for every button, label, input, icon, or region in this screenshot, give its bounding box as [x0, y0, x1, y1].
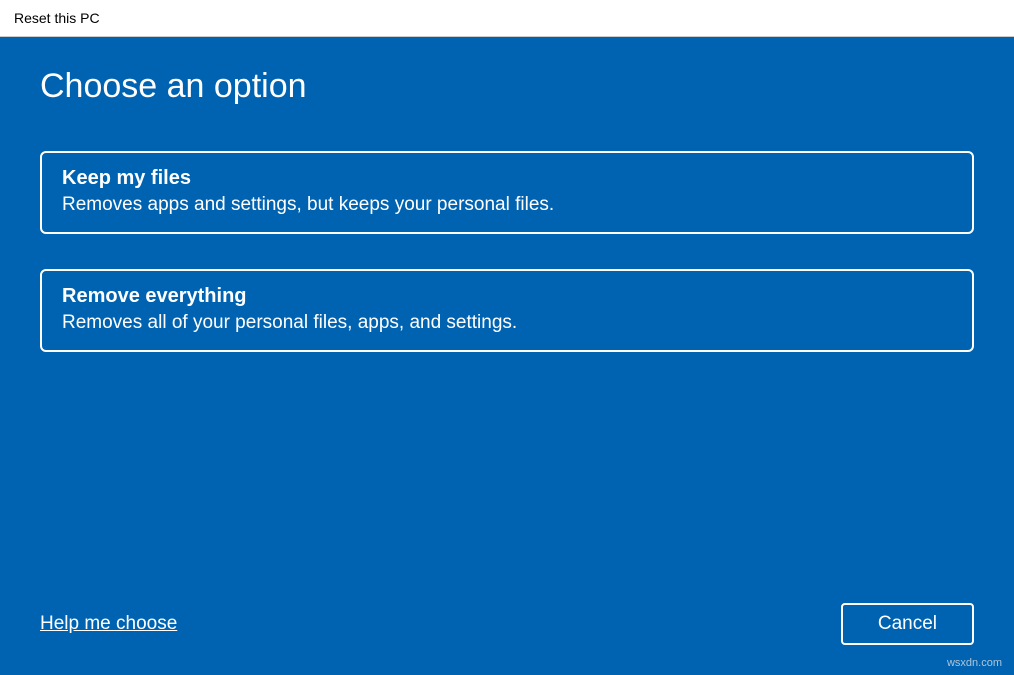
content-area: Choose an option Keep my files Removes a… — [0, 37, 1014, 675]
option-keep-my-files[interactable]: Keep my files Removes apps and settings,… — [40, 151, 974, 234]
option-remove-everything[interactable]: Remove everything Removes all of your pe… — [40, 269, 974, 352]
window-title: Reset this PC — [14, 10, 100, 26]
page-heading: Choose an option — [40, 67, 974, 106]
help-me-choose-link[interactable]: Help me choose — [40, 613, 177, 635]
window-title-bar: Reset this PC — [0, 0, 1014, 37]
option-remove-title: Remove everything — [62, 285, 952, 308]
option-keep-title: Keep my files — [62, 167, 952, 190]
option-keep-description: Removes apps and settings, but keeps you… — [62, 194, 952, 216]
option-remove-description: Removes all of your personal files, apps… — [62, 312, 952, 334]
footer-row: Help me choose Cancel — [40, 603, 974, 645]
cancel-button[interactable]: Cancel — [841, 603, 974, 645]
watermark-text: wsxdn.com — [947, 657, 1002, 669]
reset-pc-window: Reset this PC Choose an option Keep my f… — [0, 0, 1014, 675]
